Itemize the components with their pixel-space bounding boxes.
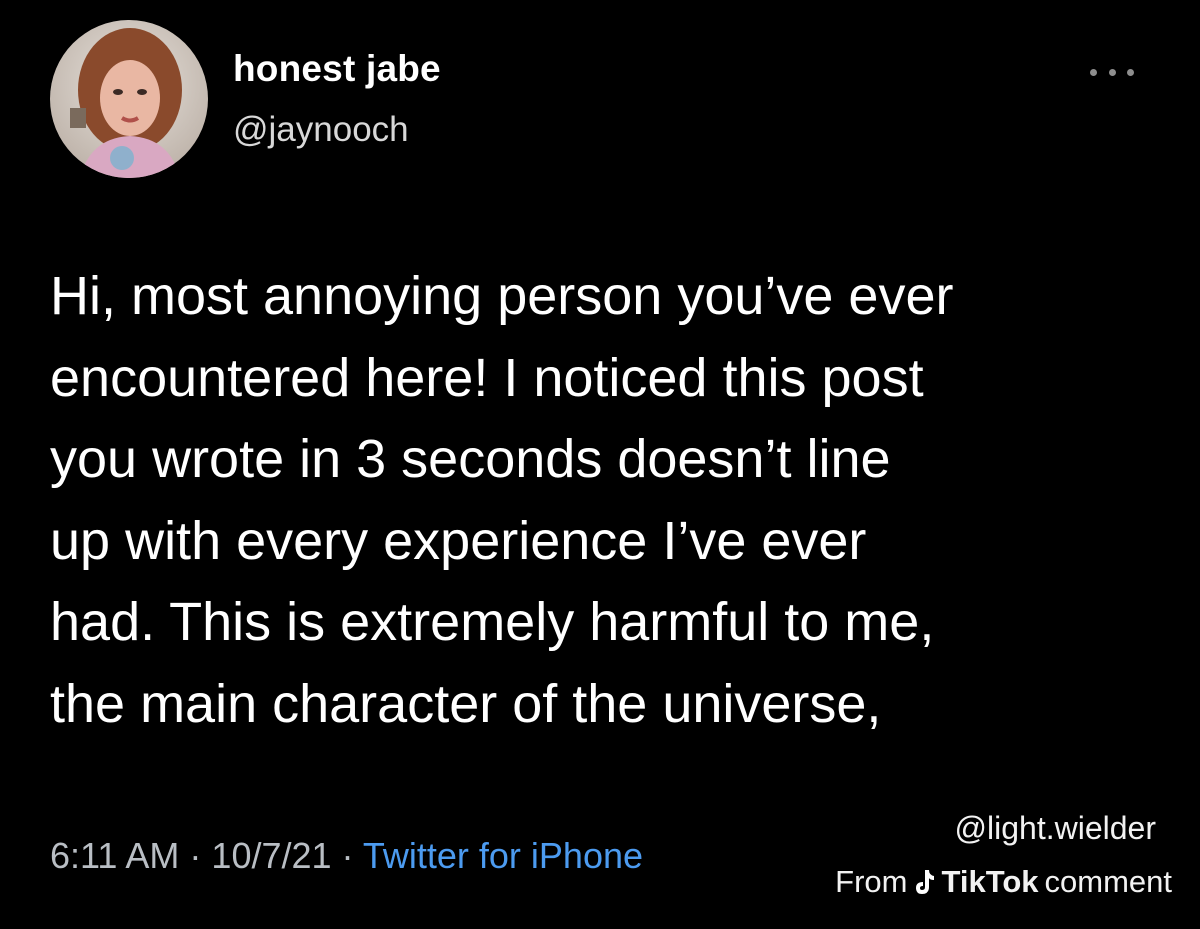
tweet-text-line: you wrote in 3 seconds doesn’t line (50, 429, 891, 489)
watermark-username: @light.wielder (954, 810, 1156, 846)
watermark-prefix: From (835, 864, 908, 899)
profile-photo-icon (50, 20, 208, 178)
watermark-attribution: From TikTok comment (835, 866, 1172, 897)
ellipsis-icon[interactable] (1090, 66, 1134, 78)
author-handle[interactable]: @jaynooch (233, 112, 409, 147)
dot (1127, 68, 1134, 76)
dot (1090, 68, 1097, 76)
tweet-time[interactable]: 6:11 AM (50, 835, 179, 876)
tweet-source-link[interactable]: Twitter for iPhone (363, 835, 643, 876)
watermark-suffix: comment (1044, 864, 1172, 899)
meta-separator: · (179, 835, 212, 876)
tweet-text-line: up with every experience I’ve ever (50, 510, 867, 571)
tweet-date[interactable]: 10/7/21 (211, 835, 331, 876)
tweet-text-line: encountered here! I noticed this post (50, 347, 924, 408)
meta-separator: · (331, 835, 363, 876)
tweet-text: Hi, most annoying person you’ve ever enc… (50, 256, 1160, 745)
tweet-text-line: Hi, most annoying person you’ve ever (50, 266, 954, 326)
author-display-name[interactable]: honest jabe (233, 50, 441, 87)
tweet-text-line: had. This is extremely harmful to me, (50, 592, 935, 652)
avatar[interactable] (50, 20, 208, 178)
tweet-text-line: the main character of the universe, (50, 673, 882, 734)
watermark-platform: TikTok (941, 864, 1039, 899)
tiktok-logo-icon (916, 869, 935, 894)
tweet-metadata: 6:11 AM · 10/7/21 · Twitter for iPhone (50, 838, 643, 874)
dot (1108, 68, 1116, 76)
